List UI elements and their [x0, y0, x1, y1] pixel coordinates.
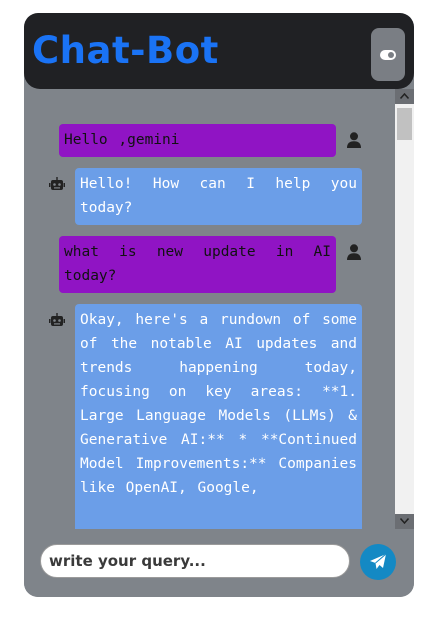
- scroll-down-arrow[interactable]: [395, 514, 414, 529]
- user-message: Hello ,gemini: [59, 124, 336, 157]
- header: Chat-Bot: [24, 13, 414, 89]
- chat-window: Chat-Bot Hello ,gemini Hello! How can I …: [24, 13, 414, 597]
- user-icon: [347, 132, 361, 148]
- chevron-down-icon: [400, 518, 409, 524]
- robot-icon: [49, 177, 65, 190]
- chevron-up-icon: [400, 93, 409, 99]
- paper-plane-icon: [370, 553, 387, 569]
- user-icon: [347, 244, 361, 260]
- send-button[interactable]: [360, 544, 396, 580]
- scrollbar[interactable]: [395, 89, 414, 529]
- scroll-up-arrow[interactable]: [395, 89, 414, 104]
- toggle-icon: [380, 49, 396, 60]
- message-list[interactable]: Hello ,gemini Hello! How can I help you …: [24, 89, 394, 529]
- query-input[interactable]: [40, 544, 350, 578]
- theme-toggle-button[interactable]: [371, 28, 405, 81]
- robot-icon: [49, 313, 65, 326]
- scroll-thumb[interactable]: [397, 108, 412, 140]
- app-title: Chat-Bot: [32, 29, 219, 72]
- bot-message: Okay, here's a rundown of some of the no…: [75, 304, 362, 529]
- bot-message: Hello! How can I help you today?: [75, 168, 362, 225]
- user-message: what is new update in AI today?: [59, 236, 336, 293]
- composer: [24, 529, 414, 597]
